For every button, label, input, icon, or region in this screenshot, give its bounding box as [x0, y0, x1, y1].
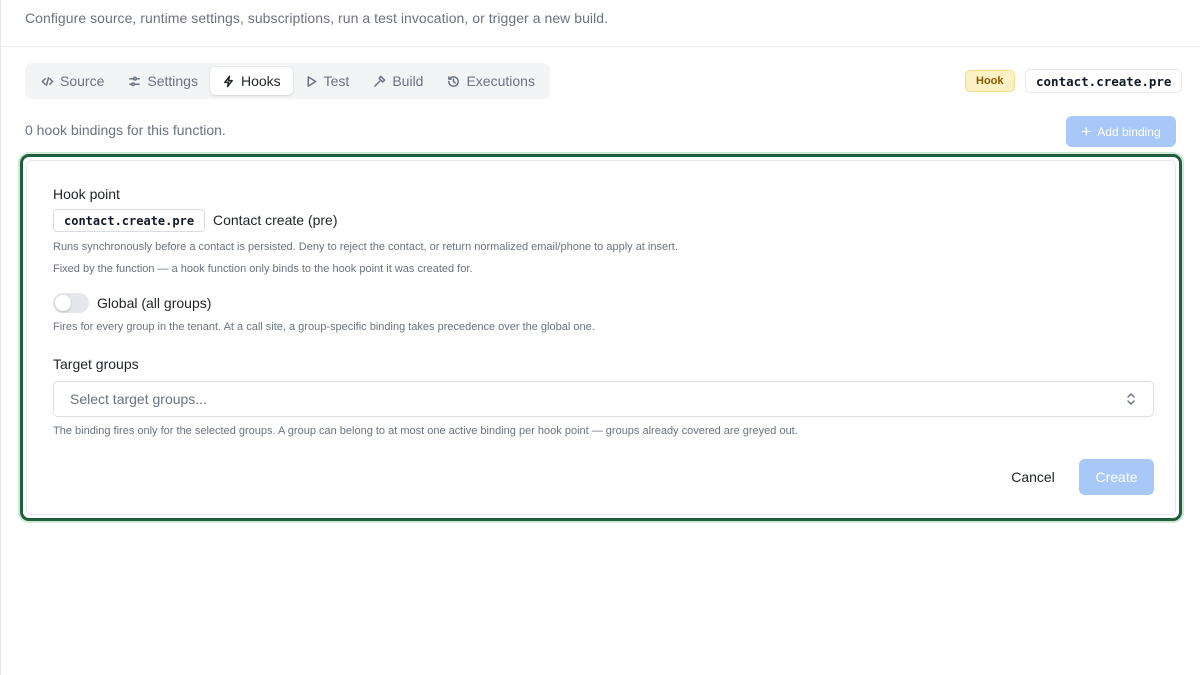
tab-executions[interactable]: Executions: [435, 67, 546, 95]
binding-form-body: Hook point contact.create.pre Contact cr…: [26, 160, 1176, 515]
global-toggle[interactable]: [53, 293, 89, 313]
target-groups-placeholder: Select target groups...: [70, 391, 207, 407]
tab-test[interactable]: Test: [293, 67, 362, 95]
add-binding-button[interactable]: + Add binding: [1066, 116, 1176, 147]
tab-label: Settings: [147, 73, 198, 89]
function-tabs: Source Settings Hooks Test Build Executi…: [25, 63, 550, 99]
hook-point-code: contact.create.pre: [53, 209, 206, 232]
function-kind-badge: Hook: [965, 70, 1015, 92]
page-description: Configure source, runtime settings, subs…: [25, 10, 609, 26]
sliders-icon: [129, 76, 141, 86]
tab-label: Executions: [466, 73, 535, 89]
tab-source[interactable]: Source: [29, 67, 116, 95]
function-name-chip: contact.create.pre: [1025, 69, 1183, 93]
hook-point-name: Contact create (pre): [213, 212, 338, 228]
tab-settings[interactable]: Settings: [116, 67, 210, 95]
tab-label: Build: [392, 73, 424, 89]
header-divider: [0, 46, 1200, 47]
chevron-up-down-icon: [1127, 393, 1135, 405]
binding-form: Hook point contact.create.pre Contact cr…: [20, 154, 1182, 521]
play-icon: [307, 75, 317, 87]
tab-label: Test: [323, 73, 350, 89]
plus-icon: +: [1081, 122, 1092, 141]
code-icon: [41, 76, 54, 86]
bindings-count: 0 hook bindings for this function.: [25, 122, 226, 138]
toggle-knob: [55, 295, 71, 311]
tab-label: Source: [60, 73, 105, 89]
target-groups-select[interactable]: Select target groups...: [53, 381, 1154, 417]
add-binding-label: Add binding: [1097, 124, 1161, 139]
hook-point-fixed-note: Fixed by the function — a hook function …: [53, 263, 473, 275]
global-help: Fires for every group in the tenant. At …: [53, 321, 595, 333]
tab-build[interactable]: Build: [361, 67, 435, 95]
hook-point-help: Runs synchronously before a contact is p…: [53, 241, 678, 253]
history-icon: [448, 75, 460, 87]
target-groups-label: Target groups: [53, 356, 139, 372]
create-button[interactable]: Create: [1079, 459, 1154, 495]
cancel-button[interactable]: Cancel: [999, 459, 1067, 495]
global-label: Global (all groups): [97, 295, 212, 311]
tab-hooks[interactable]: Hooks: [209, 67, 293, 95]
tab-label: Hooks: [240, 73, 281, 89]
lightning-icon: [223, 75, 233, 87]
page-left-border: [0, 0, 1, 675]
target-groups-help: The binding fires only for the selected …: [53, 425, 798, 437]
hammer-icon: [374, 75, 386, 87]
hook-point-label: Hook point: [53, 186, 120, 202]
